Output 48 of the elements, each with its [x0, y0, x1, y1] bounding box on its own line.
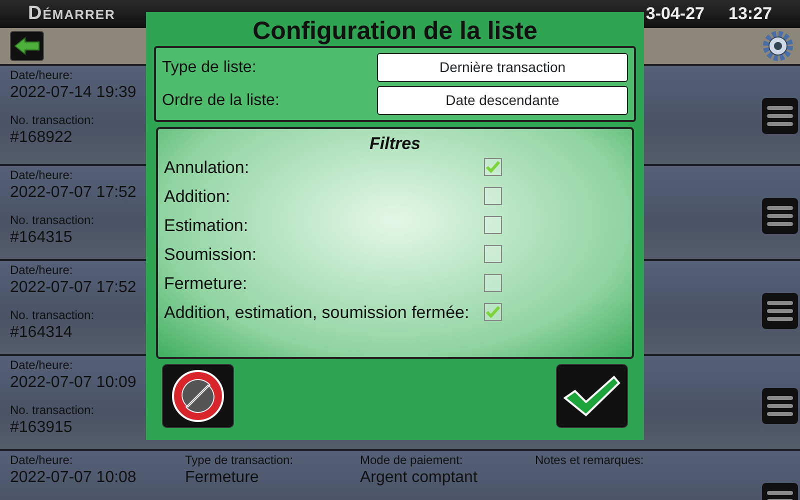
menu-button[interactable]: [762, 293, 798, 329]
checkbox[interactable]: [484, 158, 502, 176]
back-button[interactable]: [10, 31, 44, 61]
field-label: Type de transaction:: [185, 453, 294, 468]
field-value: 2022-07-07 10:08: [10, 468, 138, 488]
field-label: Date/heure:: [10, 453, 74, 468]
field-label: Mode de paiement:: [360, 453, 464, 468]
confirm-button[interactable]: [556, 364, 628, 428]
filter-label: Estimation:: [164, 214, 250, 236]
field-value: #164314: [10, 323, 74, 343]
field-label: No. transaction:: [10, 113, 96, 128]
field-value: #164315: [10, 228, 74, 248]
settings-icon[interactable]: [762, 30, 794, 62]
filters-title: Filtres: [368, 133, 422, 155]
field-value: 2022-07-07 10:09: [10, 373, 138, 393]
field-value: Argent comptant: [360, 468, 478, 488]
date-text: 3-04-27: [646, 3, 705, 26]
filter-label: Addition, estimation, soumission fermée:: [164, 302, 470, 322]
field-label: Date/heure:: [10, 358, 74, 373]
filter-label: Addition:: [164, 186, 232, 206]
field-value: #163915: [10, 418, 74, 438]
dialog-title: Configuration de la liste: [252, 16, 538, 46]
filter-label: Annulation:: [164, 156, 250, 178]
checkbox[interactable]: [484, 274, 502, 292]
checkbox[interactable]: [484, 187, 502, 205]
checkbox[interactable]: [484, 216, 502, 234]
field-label: Date/heure:: [10, 168, 74, 183]
field-label: Notes et remarques:: [535, 453, 645, 468]
field-value: #168922: [10, 128, 74, 148]
checkbox[interactable]: [484, 303, 502, 321]
field-label: Date/heure:: [10, 263, 74, 278]
field-value: Fermeture: [185, 468, 260, 488]
cancel-button[interactable]: [162, 364, 234, 428]
select-field[interactable]: Date descendante: [377, 86, 628, 115]
menu-button[interactable]: [762, 198, 798, 234]
menu-button[interactable]: [762, 98, 798, 134]
select-field[interactable]: Dernière transaction: [377, 53, 628, 82]
menu-button[interactable]: [762, 388, 798, 424]
checkbox[interactable]: [484, 245, 502, 263]
setting-label: Ordre de la liste:: [162, 90, 280, 110]
filter-label: Fermeture:: [164, 272, 248, 294]
field-label: No. transaction:: [10, 403, 96, 418]
filter-label: Soumission:: [164, 244, 258, 264]
left-arrow-icon: [14, 37, 40, 55]
setting-label: Type de liste:: [162, 58, 258, 78]
time-text: 13:27: [728, 3, 772, 26]
app-title: Démarrer: [28, 2, 116, 26]
checkmark-icon: [562, 374, 622, 418]
